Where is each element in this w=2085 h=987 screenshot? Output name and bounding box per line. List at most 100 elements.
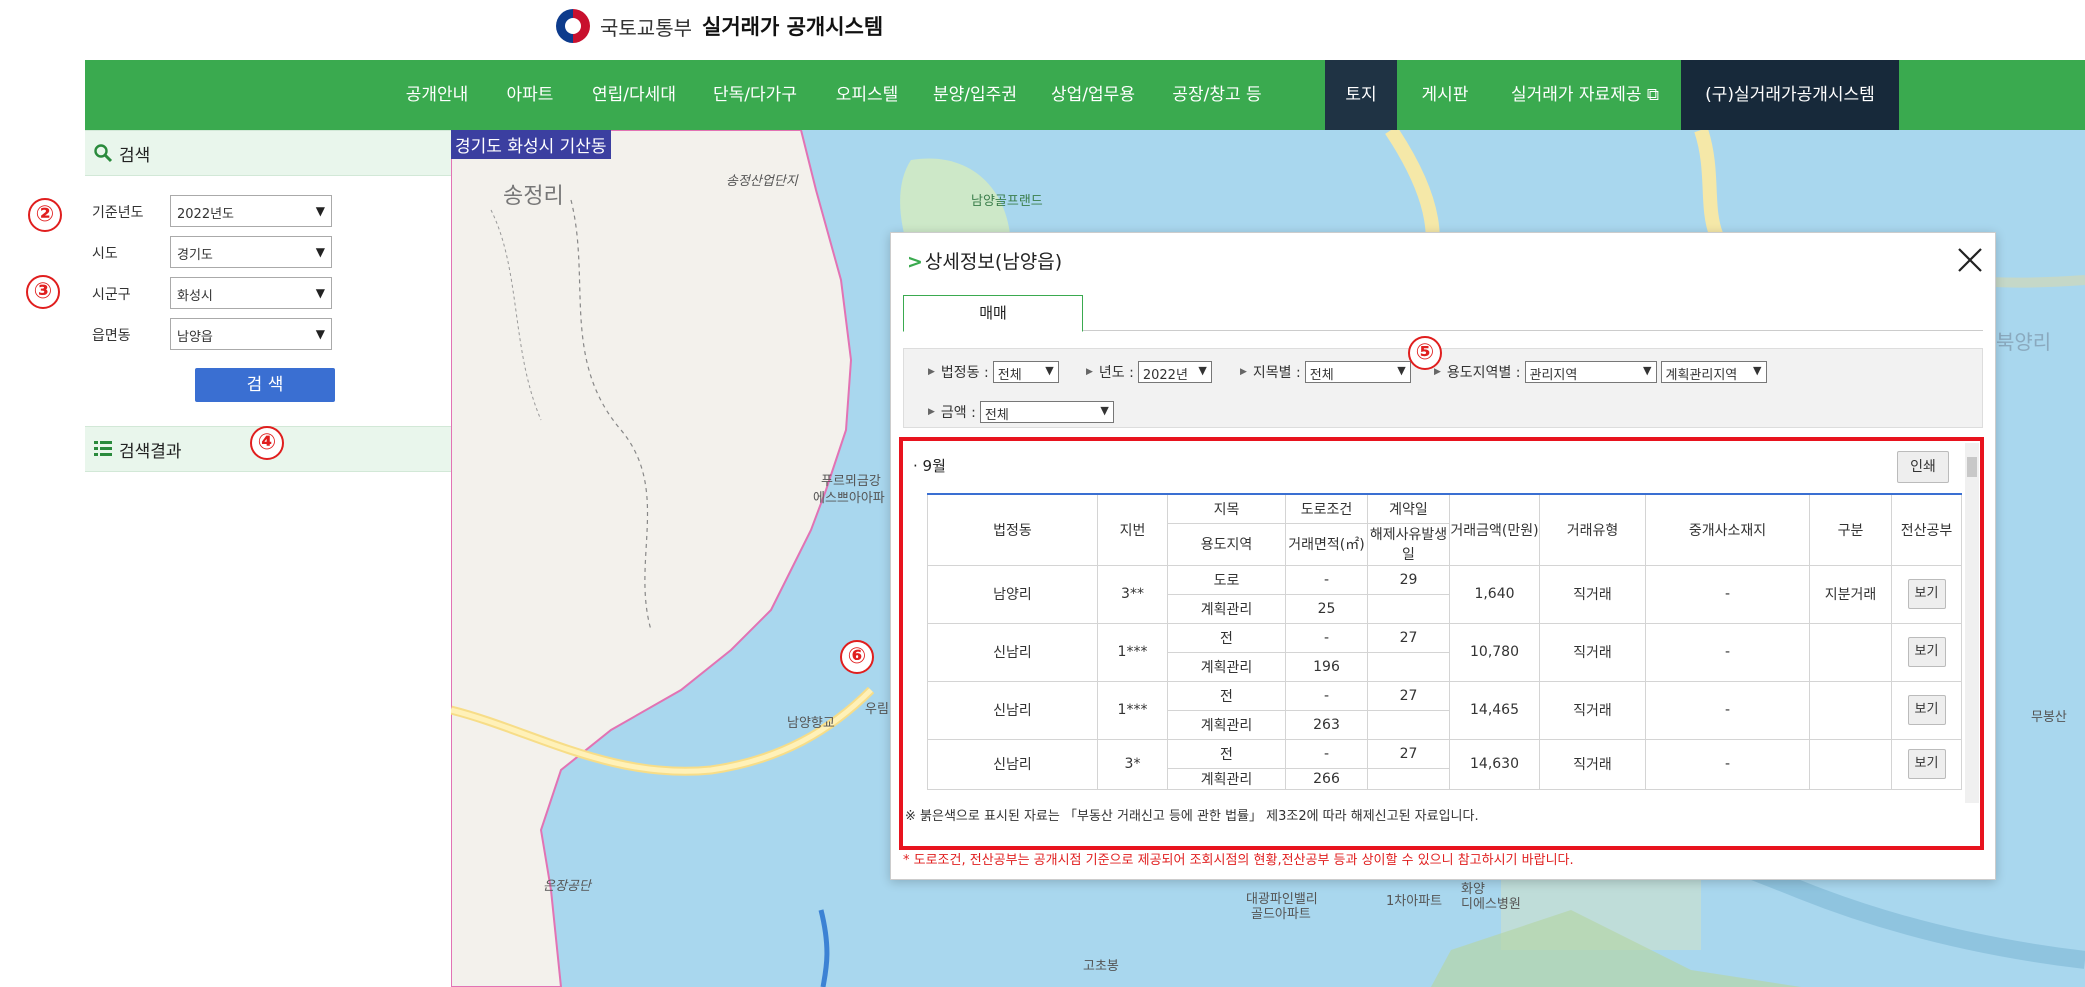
city-field-row: 시군구 화성시 ▼ xyxy=(85,277,451,309)
year-label: 기준년도 xyxy=(92,205,144,221)
map-label-hwayang-2: 디에스병원 xyxy=(1461,897,1521,912)
filter-zone-sub-select[interactable]: 계획관리지역 ▼ xyxy=(1660,361,1767,383)
nav-item-presale[interactable]: 분양/입주권 xyxy=(923,60,1027,130)
filter-price: ▶ 금액 : 전체 ▼ xyxy=(928,401,1114,423)
nav-item-land[interactable]: 토지 xyxy=(1325,60,1397,130)
filter-zone: ▶ 용도지역별 : 관리지역 ▼ 계획관리지역 ▼ xyxy=(1434,361,1767,383)
triangle-right-icon: ▶ xyxy=(928,407,935,417)
filter-price-value: 전체 xyxy=(984,408,1009,423)
year-value: 2022년도 xyxy=(177,207,235,222)
nav-item-guide[interactable]: 공개안내 xyxy=(397,60,477,130)
province-select[interactable]: 경기도 ▼ xyxy=(170,236,332,268)
map-label-songjeongri: 송정리 xyxy=(503,184,564,209)
town-select[interactable]: 남양읍 ▼ xyxy=(170,318,332,350)
filter-year: ▶ 년도 : 2022년 ▼ xyxy=(1086,361,1212,383)
nav-item-apartment[interactable]: 아파트 xyxy=(495,60,565,130)
annotation-marker-4: ④ xyxy=(250,426,284,460)
nav-item-officetel[interactable]: 오피스텔 xyxy=(825,60,909,130)
filter-zone-value: 관리지역 xyxy=(1529,368,1578,383)
annotation-highlight-box xyxy=(899,437,1984,850)
filter-jimok-select[interactable]: 전체 ▼ xyxy=(1304,361,1411,383)
top-header: 국토교통부 실거래가 공개시스템 xyxy=(0,0,2085,60)
triangle-right-icon: ▶ xyxy=(928,367,935,377)
filter-jimok: ▶ 지목별 : 전체 ▼ xyxy=(1240,361,1411,383)
town-value: 남양읍 xyxy=(177,330,213,345)
triangle-right-icon: ▶ xyxy=(1086,367,1093,377)
chevron-down-icon: ▼ xyxy=(315,286,325,300)
filter-year-value: 2022년 xyxy=(1142,368,1188,383)
site-logo[interactable]: 국토교통부 실거래가 공개시스템 xyxy=(556,8,883,44)
filter-dong: ▶ 법정동 : 전체 ▼ xyxy=(928,361,1059,383)
chevron-down-icon: ▼ xyxy=(1643,364,1652,377)
map-label-bukyangri: 북양리 xyxy=(1996,330,2052,354)
close-icon[interactable] xyxy=(1955,245,1985,275)
filter-price-select[interactable]: 전체 ▼ xyxy=(979,401,1114,423)
nav-item-commercial[interactable]: 상업/업무용 xyxy=(1041,60,1145,130)
filter-dong-label: 법정동 : xyxy=(940,365,989,381)
modal-title: > 상세정보(남양읍) xyxy=(907,247,1062,274)
search-button[interactable]: 검 색 xyxy=(195,368,335,402)
annotation-marker-2: ② xyxy=(28,198,62,232)
province-label: 시도 xyxy=(92,246,118,262)
search-sidebar: 검색 기준년도 2022년도 ▼ 시도 경기도 ▼ 시군구 화성시 ▼ 읍면동 남양읍… xyxy=(85,130,451,987)
nav-item-factory[interactable]: 공장/창고 등 xyxy=(1158,60,1276,130)
nav-item-row-house[interactable]: 연립/다세대 xyxy=(582,60,686,130)
triangle-right-icon: ▶ xyxy=(1240,367,1247,377)
main-nav: 공개안내 아파트 연립/다세대 단독/다가구 오피스텔 분양/입주권 상업/업무… xyxy=(85,60,2085,130)
filter-zone-select[interactable]: 관리지역 ▼ xyxy=(1524,361,1657,383)
filter-jimok-label: 지목별 : xyxy=(1252,365,1301,381)
year-field-row: 기준년도 2022년도 ▼ xyxy=(85,195,451,227)
map-label-ureum: 우림 xyxy=(865,702,889,717)
triangle-right-icon: ▶ xyxy=(1434,367,1441,377)
filter-price-label: 금액 : xyxy=(940,405,976,421)
chevron-down-icon: ▼ xyxy=(1045,364,1054,377)
filter-year-label: 년도 : xyxy=(1098,365,1134,381)
town-field-row: 읍면동 남양읍 ▼ xyxy=(85,318,451,350)
chevron-down-icon: ▼ xyxy=(315,327,325,341)
map-label-mubongsan: 무봉산 xyxy=(2031,710,2067,725)
modal-tab-bar: 매매 xyxy=(903,295,1983,332)
city-label: 시군구 xyxy=(92,287,131,303)
map-label-industrial: 송정산업단지 xyxy=(726,174,798,189)
filter-dong-value: 전체 xyxy=(997,368,1022,383)
nav-item-detached[interactable]: 단독/다가구 xyxy=(703,60,807,130)
search-section-title: 검색 xyxy=(119,145,151,166)
search-icon xyxy=(94,144,113,163)
year-select[interactable]: 2022년도 ▼ xyxy=(170,195,332,227)
map-label-golf: 남양골프랜드 xyxy=(971,194,1043,209)
filter-year-select[interactable]: 2022년 ▼ xyxy=(1137,361,1212,383)
filter-zone-label: 용도지역별 : xyxy=(1446,365,1521,381)
tab-sale[interactable]: 매매 xyxy=(903,295,1083,332)
chevron-down-icon: ▼ xyxy=(1753,364,1762,377)
filter-dong-select[interactable]: 전체 ▼ xyxy=(992,361,1059,383)
filter-panel: ▶ 법정동 : 전체 ▼ ▶ 년도 : 2022년 ▼ ▶ 지목별 : 전체 ▼ ▶ 용도지역… xyxy=(903,348,1983,428)
chevron-down-icon: ▼ xyxy=(315,204,325,218)
map-label-apt-1cha: 1차아파트 xyxy=(1386,894,1443,909)
search-section-header: 검색 xyxy=(85,130,451,176)
chevron-down-icon: ▼ xyxy=(1100,404,1109,417)
system-name: 실거래가 공개시스템 xyxy=(702,15,884,39)
city-value: 화성시 xyxy=(177,289,213,304)
filter-jimok-value: 전체 xyxy=(1309,368,1334,383)
chevron-down-icon: ▼ xyxy=(315,245,325,259)
nav-item-legacy-system[interactable]: (구)실거래가공개시스템 xyxy=(1681,60,1899,130)
province-value: 경기도 xyxy=(177,248,213,263)
nav-item-board[interactable]: 게시판 xyxy=(1407,60,1483,130)
government-emblem-icon xyxy=(556,9,590,43)
result-section-title: 검색결과 xyxy=(119,441,182,462)
annotation-marker-6: ⑥ xyxy=(840,640,874,674)
town-label: 읍면동 xyxy=(92,328,131,344)
city-select[interactable]: 화성시 ▼ xyxy=(170,277,332,309)
map-label-apartment-2: 에스쁘아아파 xyxy=(813,491,885,506)
road-condition-notice: * 도로조건, 전산공부는 공개시점 기준으로 제공되어 조회시점의 현황,전산… xyxy=(903,853,1574,868)
list-icon xyxy=(94,441,112,456)
annotation-marker-3: ③ xyxy=(26,275,60,309)
chevron-down-icon: ▼ xyxy=(1198,364,1207,377)
nav-item-data-service[interactable]: 실거래가 자료제공 ⧉ xyxy=(1495,60,1675,130)
annotation-marker-5: ⑤ xyxy=(1408,336,1442,370)
map-label-namyang-school: 남양향교 xyxy=(787,716,835,731)
filter-zone-sub-value: 계획관리지역 xyxy=(1665,368,1738,383)
map-location-title: 경기도 화성시 기산동 xyxy=(451,130,611,159)
map-label-daegwang-2: 골드아파트 xyxy=(1251,907,1311,922)
province-field-row: 시도 경기도 ▼ xyxy=(85,236,451,268)
